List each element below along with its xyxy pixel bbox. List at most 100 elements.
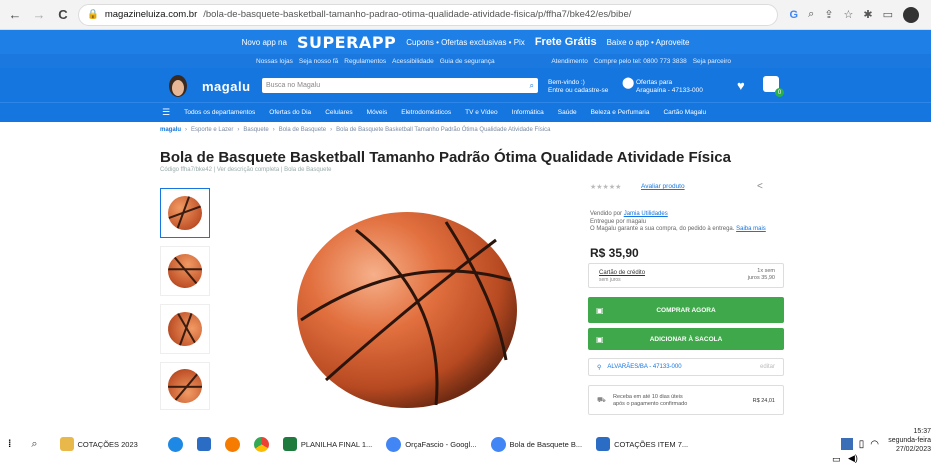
chrome-icon[interactable] bbox=[253, 436, 269, 452]
cep-selector[interactable]: ⚲ ALVARÃES/BA - 47133-000 editar bbox=[588, 358, 784, 376]
firefox-icon[interactable] bbox=[224, 436, 240, 452]
taskbar-label: Bola de Basquete B... bbox=[509, 439, 583, 449]
util-link[interactable]: Acessibilidade bbox=[392, 58, 434, 65]
seller-prefix: Vendido por bbox=[590, 211, 623, 217]
delivery-option[interactable]: ⛟ Receba em até 10 dias úteis após o paga… bbox=[588, 385, 784, 415]
search-icon[interactable]: ⌕ bbox=[530, 81, 534, 91]
clock-time: 15:37 bbox=[913, 428, 931, 435]
back-button[interactable]: ← bbox=[6, 6, 24, 24]
thumbnail-1[interactable] bbox=[160, 188, 210, 238]
taskbar-label: COTAÇÕES 2023 bbox=[77, 439, 138, 449]
google-icon[interactable]: G bbox=[790, 9, 799, 21]
profile-avatar[interactable] bbox=[903, 6, 919, 23]
category-link[interactable]: TV e Vídeo bbox=[465, 109, 498, 116]
browser-toolbar: ← → C 🔒 magazineluiza.com.br/bola-de-bas… bbox=[0, 0, 931, 30]
category-link[interactable]: Móveis bbox=[367, 109, 388, 116]
thumbnail-3[interactable] bbox=[160, 304, 210, 354]
rating-stars: ★★★★★ bbox=[590, 184, 622, 191]
cep-line2: Araguaína - 47133-000 bbox=[636, 87, 703, 94]
taskbar-item-cotacoes[interactable]: COTAÇÕES 2023 bbox=[59, 437, 138, 451]
sidepanel-icon[interactable]: ▭ bbox=[883, 8, 893, 21]
thumbnail-4[interactable] bbox=[160, 362, 210, 410]
thumbnail-2[interactable] bbox=[160, 246, 210, 296]
windows-taskbar: ⁞ ⌕ COTAÇÕES 2023 PLANILHA FINAL 1... Or… bbox=[0, 416, 931, 471]
notification-icon[interactable]: ▭ bbox=[832, 454, 841, 465]
taskbar-item-bola[interactable]: Bola de Basquete B... bbox=[490, 436, 583, 452]
reload-button[interactable]: C bbox=[54, 6, 72, 24]
util-link[interactable]: Atendimento bbox=[551, 58, 588, 65]
login-line1: Bem-vindo :) bbox=[548, 79, 585, 86]
cep-edit-link[interactable]: editar bbox=[760, 364, 775, 370]
rate-product-link[interactable]: Avaliar produto bbox=[641, 183, 685, 190]
breadcrumb-item[interactable]: Bola de Basquete Basketball Tamanho Padr… bbox=[336, 127, 550, 133]
category-link[interactable]: Beleza e Perfumaria bbox=[591, 109, 650, 116]
location-pin-icon: ⚲ bbox=[597, 364, 602, 371]
magalu-logo[interactable]: magalu bbox=[202, 79, 251, 94]
guarantee-link[interactable]: Saiba mais bbox=[736, 226, 766, 232]
extensions-icon[interactable]: ✱ bbox=[863, 8, 872, 21]
add-to-bag-button[interactable]: ▣ ADICIONAR À SACOLA bbox=[588, 328, 784, 350]
category-link[interactable]: Todos os departamentos bbox=[184, 109, 255, 116]
promo-left-text: Novo app na bbox=[241, 37, 287, 47]
bag-count-badge: 0 bbox=[775, 88, 784, 97]
product-main-image[interactable] bbox=[296, 210, 518, 410]
cep-link[interactable]: Ofertas para Araguaína - 47133-000 bbox=[636, 79, 703, 95]
zoom-icon[interactable]: ⌕ bbox=[808, 8, 814, 21]
util-link[interactable]: Seja nosso fã bbox=[299, 58, 338, 65]
url-path: /bola-de-basquete-basketball-tamanho-pad… bbox=[203, 9, 632, 20]
util-link[interactable]: Compre pelo tel: 0800 773 3838 bbox=[594, 58, 687, 65]
category-link[interactable]: Saúde bbox=[558, 109, 577, 116]
system-clock[interactable]: 15:37 segunda-feira 27/02/2023 bbox=[885, 427, 931, 454]
search-icon[interactable]: ⌕ bbox=[31, 438, 37, 451]
login-line2: Entre ou cadastre-se bbox=[548, 87, 609, 94]
taskbar-item-planilha[interactable]: PLANILHA FINAL 1... bbox=[282, 437, 372, 451]
util-link[interactable]: Nossas lojas bbox=[256, 58, 293, 65]
clock-day: segunda-feira bbox=[888, 437, 931, 444]
delivery-line1: Receba em até 10 dias úteis bbox=[613, 394, 683, 400]
promo-banner[interactable]: Novo app na SUPERAPP Cupons • Ofertas ex… bbox=[0, 30, 931, 54]
volume-icon[interactable]: ◀) bbox=[848, 453, 858, 464]
seller-link[interactable]: Jamia Utilidades bbox=[624, 211, 668, 217]
share-icon[interactable]: < bbox=[757, 181, 763, 192]
menu-icon[interactable]: ☰ bbox=[162, 107, 170, 118]
basketball-thumb-image bbox=[163, 249, 207, 293]
breadcrumb-item[interactable]: Basquete bbox=[243, 127, 268, 133]
category-nav: ☰ Todos os departamentos Ofertas do Dia Ce… bbox=[0, 102, 931, 122]
url-host: magazineluiza.com.br bbox=[104, 9, 198, 20]
util-link[interactable]: Guia de segurança bbox=[440, 58, 495, 65]
guarantee-text: O Magalu garante a sua compra, do pedido… bbox=[590, 226, 735, 232]
delivery-price: R$ 24,01 bbox=[752, 398, 775, 404]
battery-icon[interactable]: ▯ bbox=[859, 439, 865, 450]
category-link[interactable]: Eletrodomésticos bbox=[401, 109, 451, 116]
edge-icon[interactable] bbox=[167, 436, 183, 452]
category-link[interactable]: Ofertas do Dia bbox=[269, 109, 311, 116]
util-link[interactable]: Seja parceiro bbox=[693, 58, 731, 65]
category-link[interactable]: Celulares bbox=[325, 109, 352, 116]
payment-option[interactable]: Cartão de crédito sem juros 1x sem juros … bbox=[588, 263, 784, 288]
tray-app-icon[interactable] bbox=[840, 438, 853, 450]
heart-icon[interactable]: ♥ bbox=[737, 78, 745, 93]
file-explorer-icon[interactable] bbox=[196, 437, 211, 451]
cep-line1: Ofertas para bbox=[636, 79, 673, 86]
buy-now-button[interactable]: ▣ COMPRAR AGORA bbox=[588, 297, 784, 323]
address-bar[interactable]: 🔒 magazineluiza.com.br/bola-de-basquete-… bbox=[78, 3, 778, 26]
breadcrumb-item[interactable]: Esporte e Lazer bbox=[191, 127, 233, 133]
login-link[interactable]: Bem-vindo :) Entre ou cadastre-se bbox=[548, 79, 608, 95]
network-icon[interactable]: ◠ bbox=[870, 439, 879, 450]
share-icon[interactable]: ⇪ bbox=[824, 8, 833, 21]
forward-button[interactable]: → bbox=[30, 6, 48, 24]
utility-bar: Nossas lojas Seja nosso fã Regulamentos Ace… bbox=[0, 54, 931, 68]
category-link[interactable]: Informática bbox=[512, 109, 544, 116]
start-icon[interactable]: ⁞ bbox=[8, 439, 11, 450]
taskbar-item-orcafascio[interactable]: OrçaFascio - Googl... bbox=[386, 436, 477, 452]
search-input[interactable]: Busca no Magalu ⌕ bbox=[262, 78, 538, 93]
breadcrumb-item[interactable]: Bola de Basquete bbox=[279, 127, 326, 133]
util-link[interactable]: Regulamentos bbox=[344, 58, 386, 65]
breadcrumb-home[interactable]: magalu bbox=[160, 127, 181, 133]
category-link[interactable]: Cartão Magalu bbox=[663, 109, 706, 116]
bag-icon: ▣ bbox=[596, 305, 604, 315]
star-icon[interactable]: ☆ bbox=[844, 8, 854, 21]
breadcrumb-separator: › bbox=[185, 127, 188, 133]
taskbar-item-cotacoes-item7[interactable]: COTAÇÕES ITEM 7... bbox=[596, 437, 688, 451]
excel-icon bbox=[282, 437, 297, 451]
